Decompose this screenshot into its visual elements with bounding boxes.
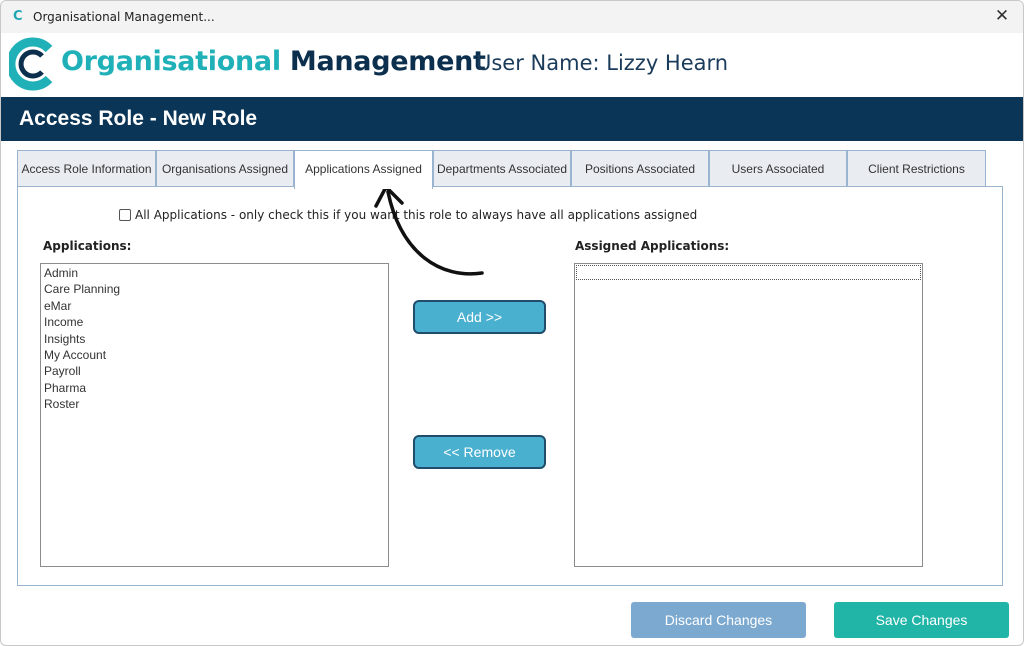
window-title: Organisational Management...	[33, 10, 215, 24]
tab-users-associated[interactable]: Users Associated	[709, 150, 847, 187]
page-header: Access Role - New Role	[1, 97, 1023, 141]
assigned-applications-listbox[interactable]	[574, 263, 923, 567]
brand-title: Organisational Management	[61, 45, 486, 79]
add-button[interactable]: Add >>	[413, 300, 546, 334]
brand-logo-icon	[9, 37, 53, 91]
brand-title-part2: Management	[289, 46, 486, 77]
user-name-label: User Name: Lizzy Hearn	[476, 51, 729, 75]
brand-header: Organisational Management User Name: Liz…	[1, 33, 1023, 97]
annotation-arrow-icon	[374, 185, 484, 276]
page-title: Access Role - New Role	[19, 107, 258, 130]
list-item[interactable]: Care Planning	[41, 281, 388, 297]
save-changes-button[interactable]: Save Changes	[834, 602, 1009, 638]
list-item[interactable]: eMar	[41, 298, 388, 314]
title-bar: C Organisational Management... ✕	[1, 1, 1023, 33]
all-applications-checkbox[interactable]	[119, 209, 131, 221]
close-icon[interactable]: ✕	[991, 5, 1013, 27]
tab-positions-associated[interactable]: Positions Associated	[571, 150, 709, 187]
list-item[interactable]: Income	[41, 314, 388, 330]
remove-button[interactable]: << Remove	[413, 435, 546, 469]
tab-access-role-information[interactable]: Access Role Information	[17, 150, 156, 187]
tab-applications-assigned[interactable]: Applications Assigned	[294, 150, 433, 189]
applications-listbox[interactable]: Admin Care Planning eMar Income Insights…	[40, 263, 389, 567]
list-item[interactable]: Insights	[41, 331, 388, 347]
applications-label: Applications:	[43, 239, 132, 253]
list-item[interactable]: My Account	[41, 347, 388, 363]
list-item[interactable]: Payroll	[41, 363, 388, 379]
list-item[interactable]: Roster	[41, 396, 388, 412]
tab-organisations-assigned[interactable]: Organisations Assigned	[156, 150, 294, 187]
list-item[interactable]: Pharma	[41, 380, 388, 396]
discard-changes-button[interactable]: Discard Changes	[631, 602, 806, 638]
brand-title-part1: Organisational	[61, 46, 290, 77]
tab-client-restrictions[interactable]: Client Restrictions	[847, 150, 986, 187]
app-window: C Organisational Management... ✕ Organis…	[0, 0, 1024, 646]
list-item[interactable]: Admin	[41, 265, 388, 281]
focus-indicator	[576, 265, 921, 280]
app-logo-icon: C	[13, 9, 23, 24]
assigned-applications-label: Assigned Applications:	[575, 239, 730, 253]
